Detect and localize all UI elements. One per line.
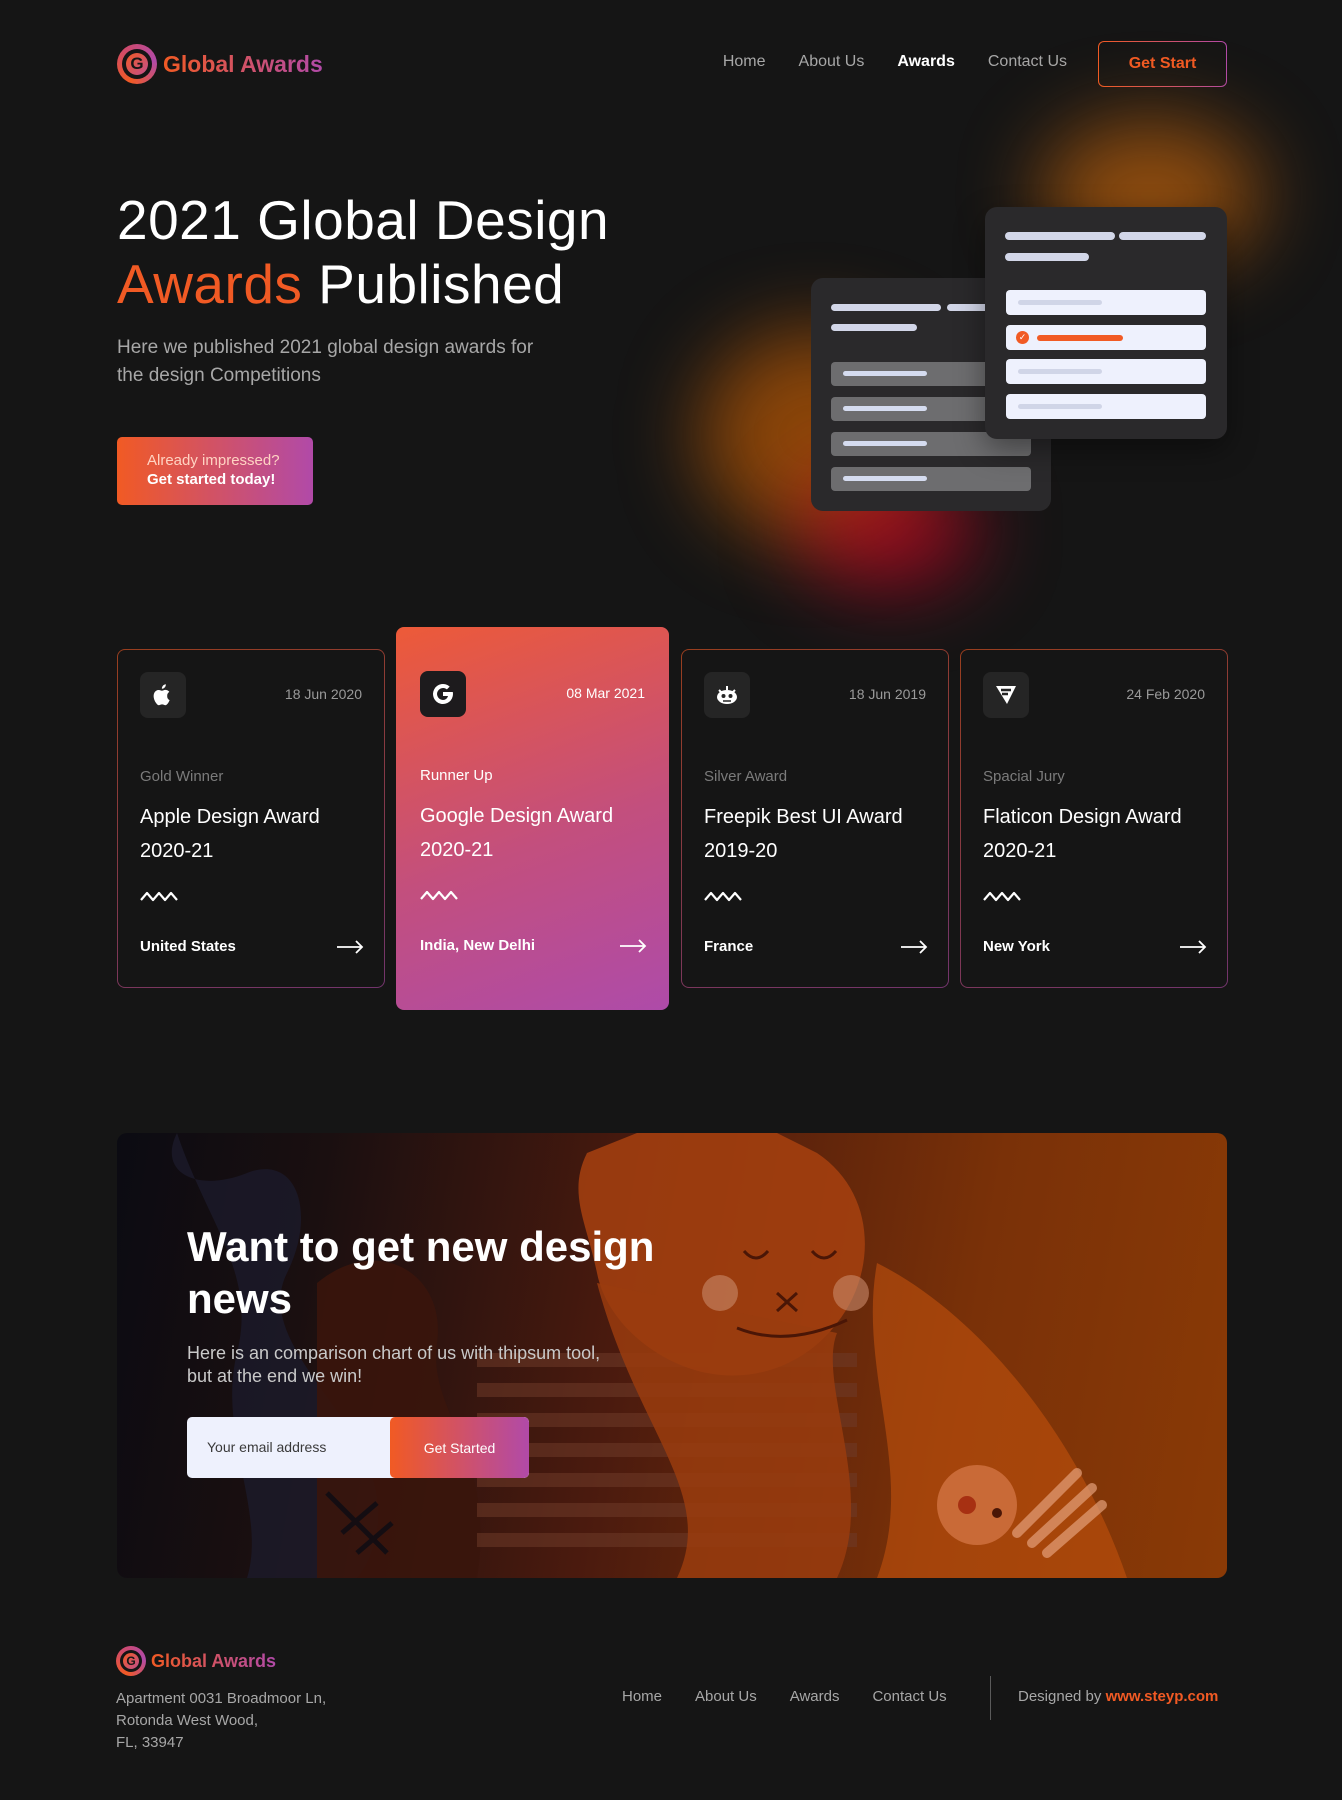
wave-icon <box>983 891 1021 902</box>
award-name: Google Design Award 2020-21 <box>420 805 614 861</box>
credit-prefix: Designed by <box>1018 1688 1106 1705</box>
google-icon <box>420 671 466 717</box>
footer-logo[interactable]: G Global Awards <box>116 1646 276 1676</box>
award-location: United States <box>140 938 236 955</box>
address-line: FL, 33947 <box>116 1734 184 1751</box>
wave-icon <box>140 891 178 902</box>
arrow-right-icon[interactable] <box>336 940 364 954</box>
email-input[interactable]: Your email address <box>207 1417 326 1478</box>
address-line: Apartment 0031 Broadmoor Ln, <box>116 1690 327 1707</box>
footer-nav-home[interactable]: Home <box>622 1688 662 1705</box>
award-location: India, New Delhi <box>420 937 536 954</box>
award-category: Spacial Jury <box>983 768 1065 785</box>
brand-name: Global Awards <box>163 50 323 77</box>
award-date: 18 Jun 2020 <box>284 686 362 702</box>
footer-nav-awards[interactable]: Awards <box>790 1688 840 1705</box>
nav-home[interactable]: Home <box>723 53 766 71</box>
check-icon: ✓ <box>1016 331 1029 344</box>
get-started-button[interactable]: Get Started <box>390 1417 529 1478</box>
wave-icon <box>420 890 458 901</box>
logo-icon: G <box>117 44 157 84</box>
address-line: Rotonda West Wood, <box>116 1712 259 1729</box>
newsletter-section: Want to get new design news Here is an c… <box>117 1133 1227 1578</box>
award-name: Flaticon Design Award 2020-21 <box>983 806 1182 862</box>
footer-brand-name: Global Awards <box>151 1650 277 1671</box>
award-category: Runner Up <box>420 767 493 784</box>
award-card-featured[interactable]: 08 Mar 2021 Runner Up Google Design Awar… <box>396 627 669 1010</box>
arrow-right-icon[interactable] <box>900 940 928 954</box>
credit-link[interactable]: www.steyp.com <box>1106 1688 1219 1705</box>
newsletter-form: Your email address Get Started <box>187 1417 529 1478</box>
footer-credit: Designed by www.steyp.com <box>1018 1688 1218 1705</box>
arrow-right-icon[interactable] <box>619 939 647 953</box>
footer-address: Apartment 0031 Broadmoor Ln, Rotonda Wes… <box>116 1688 326 1754</box>
hero-title-line1: 2021 Global Design <box>117 189 610 251</box>
arrow-right-icon[interactable] <box>1179 940 1207 954</box>
award-card[interactable]: 24 Feb 2020 Spacial Jury Flaticon Design… <box>960 649 1228 988</box>
award-card[interactable]: 18 Jun 2020 Gold Winner Apple Design Awa… <box>117 649 385 988</box>
flaticon-icon <box>983 672 1029 718</box>
site-header: G Global Awards Home About Us Awards Con… <box>117 41 1227 87</box>
nav-about[interactable]: About Us <box>799 53 865 71</box>
nav-contact[interactable]: Contact Us <box>988 53 1067 71</box>
logo-icon: G <box>116 1646 146 1676</box>
footer-divider <box>990 1676 991 1720</box>
hero-title: 2021 Global Design Awards Published <box>117 188 609 316</box>
main-nav: Home About Us Awards Contact Us <box>723 53 1067 71</box>
get-start-button[interactable]: Get Start <box>1098 41 1227 87</box>
newsletter-title: Want to get new design news <box>187 1223 655 1322</box>
award-date: 24 Feb 2020 <box>1126 686 1205 702</box>
nav-awards[interactable]: Awards <box>897 53 955 71</box>
wave-icon <box>704 891 742 902</box>
footer-nav-about[interactable]: About Us <box>695 1688 757 1705</box>
apple-icon <box>140 672 186 718</box>
award-card[interactable]: 18 Jun 2019 Silver Award Freepik Best UI… <box>681 649 949 988</box>
hero-subtitle: Here we published 2021 global design awa… <box>117 337 534 386</box>
award-category: Gold Winner <box>140 768 224 785</box>
footer-nav-contact[interactable]: Contact Us <box>872 1688 946 1705</box>
award-name: Freepik Best UI Award 2019-20 <box>704 806 903 862</box>
award-location: New York <box>983 938 1050 955</box>
award-name: Apple Design Award 2020-21 <box>140 806 320 862</box>
award-category: Silver Award <box>704 768 788 785</box>
get-started-today-button[interactable]: Already impressed? Get started today! <box>117 437 313 505</box>
award-date: 18 Jun 2019 <box>848 686 926 702</box>
illustration-panel-front: ✓ <box>985 207 1227 439</box>
hero-title-highlight: Awards <box>117 253 303 315</box>
hero-button-line1: Already impressed? <box>147 452 280 469</box>
footer-nav: Home About Us Awards Contact Us <box>622 1688 947 1705</box>
freepik-icon <box>704 672 750 718</box>
hero-title-rest: Published <box>302 253 565 315</box>
hero-button-line2: Get started today! <box>147 471 276 488</box>
award-location: France <box>704 938 754 955</box>
brand-logo[interactable]: G Global Awards <box>117 44 323 84</box>
award-date: 08 Mar 2021 <box>566 685 645 701</box>
newsletter-subtitle: Here is an comparison chart of us with t… <box>187 1343 601 1386</box>
